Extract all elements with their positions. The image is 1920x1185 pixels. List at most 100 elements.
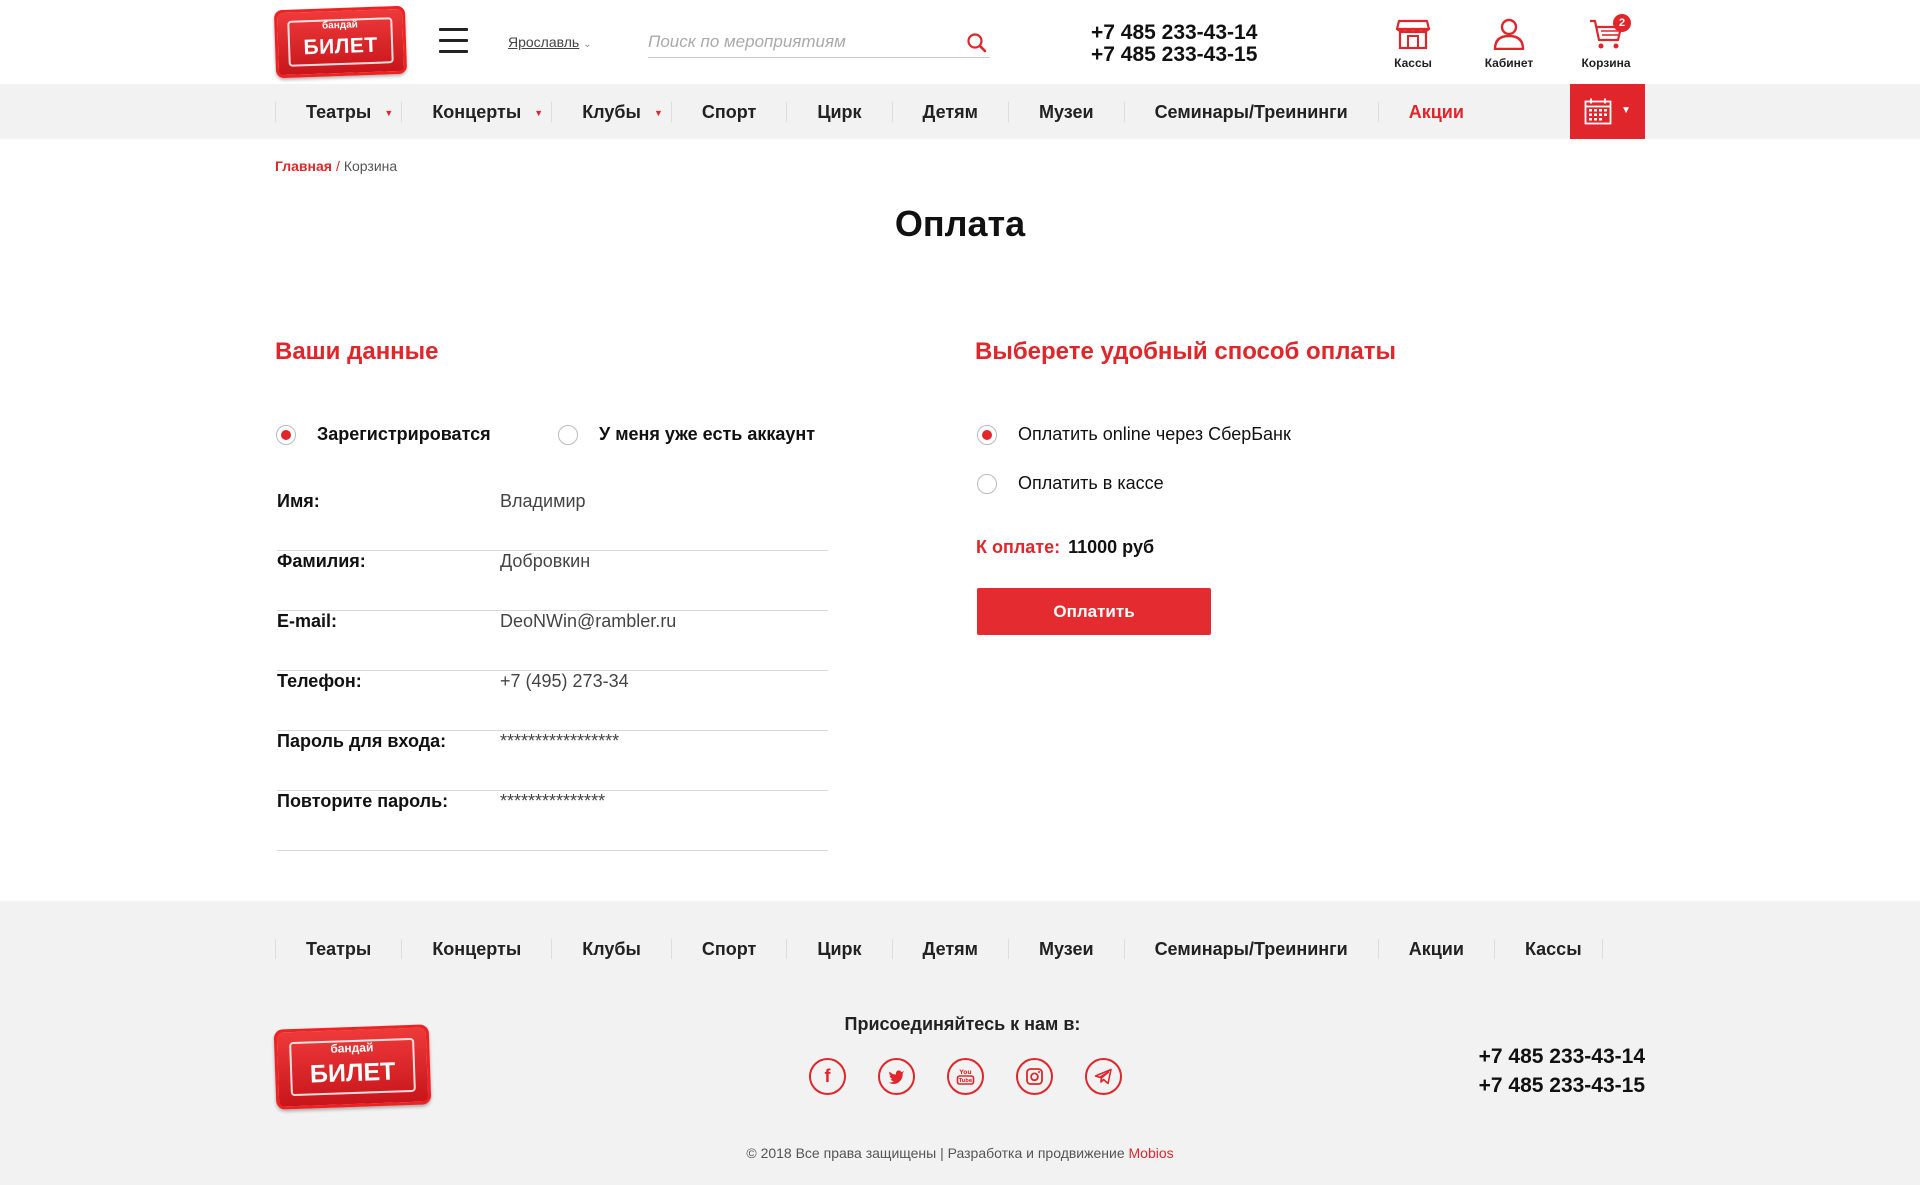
name-label: Имя: — [277, 491, 320, 511]
social-links: f You Tube — [809, 1058, 1154, 1095]
header-phones: +7 485 233-43-14 +7 485 233-43-15 — [1091, 22, 1257, 66]
cabinet-link[interactable]: Кабинет — [1474, 18, 1544, 70]
footer-nav-item[interactable]: Детям — [891, 939, 1008, 959]
cart-link[interactable]: 2 Корзина — [1571, 14, 1641, 70]
facebook-icon[interactable]: f — [809, 1058, 846, 1095]
surname-label: Фамилия: — [277, 551, 366, 571]
nav-item-seminars[interactable]: Семинары/Треининги — [1123, 101, 1378, 122]
nav-item-museums[interactable]: Музеи — [1008, 101, 1124, 122]
footer-logo-text: БИЛЕТ — [309, 1057, 396, 1089]
nav-item-theatres[interactable]: Театры ▼ — [275, 101, 401, 122]
copyright: © 2018 Все права защищены | Разработка и… — [0, 1145, 1920, 1161]
nav-item-concerts[interactable]: Концерты ▼ — [401, 101, 551, 122]
phone-field[interactable]: +7 (495) 273-34 — [500, 671, 820, 692]
footer-nav-item[interactable]: Спорт — [670, 939, 786, 959]
site-header: бандай БИЛЕТ Ярославль⌄ +7 485 233-43-14… — [0, 0, 1920, 84]
search-input[interactable] — [648, 28, 948, 56]
nav-item-sport[interactable]: Спорт — [670, 101, 786, 122]
logo[interactable]: бандай БИЛЕТ — [273, 5, 408, 79]
join-us-label: Присоединяйтесь к нам в: — [844, 1014, 1081, 1034]
footer-phone-1[interactable]: +7 485 233-43-14 — [1479, 1042, 1645, 1071]
password-field[interactable]: ***************** — [500, 731, 820, 752]
repeat-password-label: Повторите пароль: — [277, 791, 449, 811]
total-label: К оплате: — [976, 537, 1061, 557]
caret-down-icon: ▼ — [1621, 105, 1631, 116]
site-footer: Театры Концерты Клубы Спорт Цирк Детям М… — [0, 901, 1920, 1185]
calendar-button[interactable]: ▼ — [1570, 84, 1645, 139]
pay-kassa-radio[interactable]: Оплатить в кассе — [977, 473, 1164, 494]
menu-icon[interactable] — [439, 28, 468, 54]
header-phone-1[interactable]: +7 485 233-43-14 — [1091, 22, 1257, 44]
footer-nav-item[interactable]: Семинары/Треининги — [1123, 939, 1378, 959]
search-box — [648, 28, 990, 58]
svg-text:You: You — [958, 1069, 971, 1076]
register-radio-label: Зарегистрироватся — [317, 424, 491, 444]
phone-label: Телефон: — [277, 671, 362, 691]
repeat-password-field[interactable]: *************** — [500, 791, 820, 812]
main-nav: Театры ▼ Концерты ▼ Клубы ▼ Спорт Цирк Детя… — [0, 84, 1920, 139]
surname-field-row: Фамилия: Добровкин — [277, 551, 828, 611]
city-label: Ярославль — [508, 34, 580, 50]
password-label: Пароль для входа: — [277, 731, 447, 751]
email-label: E-mail: — [277, 611, 338, 631]
password-field-row: Пароль для входа: ***************** — [277, 731, 828, 791]
footer-nav-item[interactable]: Кассы — [1493, 939, 1603, 959]
payment-method-heading: Выберете удобный способ оплаты — [975, 338, 1397, 365]
calendar-icon — [1584, 98, 1612, 125]
footer-phone-2[interactable]: +7 485 233-43-15 — [1479, 1071, 1645, 1100]
repeat-password-field-row: Повторите пароль: *************** — [277, 791, 828, 851]
footer-nav-item[interactable]: Театры — [275, 939, 401, 959]
have-account-radio[interactable]: У меня уже есть аккаунт — [558, 424, 815, 445]
total-value: 11000 руб — [1068, 537, 1155, 557]
footer-nav: Театры Концерты Клубы Спорт Цирк Детям М… — [275, 901, 1603, 997]
email-field-row: E-mail: DeoNWin@rambler.ru — [277, 611, 828, 671]
nav-item-promos[interactable]: Акции — [1377, 101, 1494, 122]
name-field-row: Имя: Владимир — [277, 491, 828, 551]
logo-text: БИЛЕТ — [303, 33, 379, 60]
pay-button[interactable]: Оплатить — [977, 588, 1211, 635]
have-account-radio-label: У меня уже есть аккаунт — [599, 424, 816, 444]
twitter-icon[interactable] — [878, 1058, 915, 1095]
surname-field[interactable]: Добровкин — [500, 551, 820, 572]
user-icon — [1493, 18, 1525, 50]
breadcrumb: Главная / Корзина — [275, 158, 397, 174]
search-icon[interactable] — [966, 32, 988, 54]
footer-nav-item[interactable]: Клубы — [551, 939, 671, 959]
nav-item-kids[interactable]: Детям — [891, 101, 1008, 122]
telegram-icon[interactable] — [1085, 1058, 1122, 1095]
copyright-text: © 2018 Все права защищены | Разработка и… — [746, 1145, 1125, 1161]
nav-item-clubs[interactable]: Клубы ▼ — [551, 101, 671, 122]
cart-label: Корзина — [1581, 56, 1631, 70]
pay-online-radio[interactable]: Оплатить online через СберБанк — [977, 424, 1291, 445]
name-field[interactable]: Владимир — [500, 491, 820, 512]
footer-phones: +7 485 233-43-14 +7 485 233-43-15 — [1479, 1042, 1645, 1100]
cabinet-label: Кабинет — [1484, 56, 1534, 70]
nav-item-circus[interactable]: Цирк — [786, 101, 891, 122]
radio-unchecked-icon — [558, 424, 578, 445]
youtube-icon[interactable]: You Tube — [947, 1058, 984, 1095]
breadcrumb-home-link[interactable]: Главная — [275, 158, 332, 174]
kassy-label: Кассы — [1394, 56, 1432, 70]
city-selector[interactable]: Ярославль ⌄ — [508, 34, 592, 50]
footer-logo[interactable]: бандай БИЛЕТ — [273, 1024, 432, 1110]
store-icon — [1396, 19, 1430, 50]
phone-field-row: Телефон: +7 (495) 273-34 — [277, 671, 828, 731]
pay-online-label: Оплатить online через СберБанк — [1018, 424, 1291, 444]
register-radio[interactable]: Зарегистрироватся — [276, 424, 491, 445]
footer-nav-item[interactable]: Цирк — [786, 939, 891, 959]
header-phone-2[interactable]: +7 485 233-43-15 — [1091, 44, 1257, 66]
footer-nav-item[interactable]: Концерты — [401, 939, 551, 959]
footer-nav-item[interactable]: Музеи — [1008, 939, 1124, 959]
developer-link[interactable]: Mobios — [1129, 1145, 1174, 1161]
email-field[interactable]: DeoNWin@rambler.ru — [500, 611, 820, 632]
instagram-icon[interactable] — [1016, 1058, 1053, 1095]
kassy-link[interactable]: Кассы — [1378, 18, 1448, 70]
your-data-heading: Ваши данные — [275, 338, 439, 365]
cart-count-badge: 2 — [1613, 14, 1631, 32]
dropdown-arrow-icon: ▼ — [653, 107, 663, 118]
svg-text:Tube: Tube — [959, 1078, 973, 1084]
radio-unchecked-icon — [977, 473, 997, 494]
footer-nav-item[interactable]: Акции — [1377, 939, 1494, 959]
chevron-down-icon: ⌄ — [583, 39, 592, 50]
total-amount: К оплате: 11000 руб — [976, 537, 1154, 558]
